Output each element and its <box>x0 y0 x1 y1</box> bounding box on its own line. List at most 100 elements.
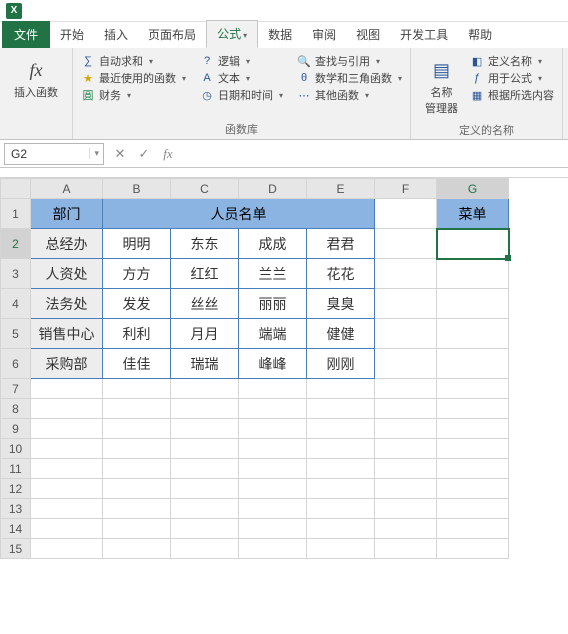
row-header[interactable]: 14 <box>1 519 31 539</box>
tab-view[interactable]: 视图 <box>346 22 390 48</box>
row-header[interactable]: 3 <box>1 259 31 289</box>
cell[interactable]: 花花 <box>307 259 375 289</box>
row-header[interactable]: 10 <box>1 439 31 459</box>
confirm-button[interactable]: ✓ <box>132 146 156 162</box>
cell[interactable]: 东东 <box>171 229 239 259</box>
row-header[interactable]: 15 <box>1 539 31 559</box>
cell[interactable]: 端端 <box>239 319 307 349</box>
cell[interactable]: 部门 <box>31 199 103 229</box>
cell[interactable]: 发发 <box>103 289 171 319</box>
financial-button[interactable]: 圓财务▾ <box>81 87 186 103</box>
select-all-corner[interactable] <box>1 179 31 199</box>
spreadsheet[interactable]: A B C D E F G 1 部门 人员名单 菜单 2 总经办 明明 东东 成… <box>0 178 509 559</box>
define-name-button[interactable]: ◧定义名称▾ <box>470 53 554 69</box>
row-header[interactable]: 2 <box>1 229 31 259</box>
cell[interactable]: 峰峰 <box>239 349 307 379</box>
datetime-button[interactable]: ◷日期和时间▾ <box>200 87 283 103</box>
cell[interactable] <box>375 259 437 289</box>
cell[interactable]: 健健 <box>307 319 375 349</box>
chevron-down-icon[interactable]: ▾ <box>89 148 103 159</box>
name-box[interactable]: G2 ▾ <box>4 143 104 165</box>
insert-function-button[interactable]: fx 插入函数 <box>8 52 64 104</box>
cell[interactable]: 总经办 <box>31 229 103 259</box>
autosum-button[interactable]: ∑自动求和▾ <box>81 53 186 69</box>
cell[interactable] <box>437 259 509 289</box>
tab-dev[interactable]: 开发工具 <box>390 22 458 48</box>
tab-help[interactable]: 帮助 <box>458 22 502 48</box>
cell[interactable] <box>437 289 509 319</box>
cell[interactable] <box>437 319 509 349</box>
cell[interactable] <box>375 199 437 229</box>
cell[interactable]: 臭臭 <box>307 289 375 319</box>
money-icon: 圓 <box>81 88 95 102</box>
tab-formula[interactable]: 公式▾ <box>206 20 258 48</box>
fx-button[interactable]: fx <box>156 146 180 162</box>
cell[interactable]: 人员名单 <box>103 199 375 229</box>
text-button[interactable]: A文本▾ <box>200 70 283 86</box>
cell[interactable]: 利利 <box>103 319 171 349</box>
cell[interactable]: 法务处 <box>31 289 103 319</box>
other-fn-button[interactable]: ⋯其他函数▾ <box>297 87 402 103</box>
cell[interactable]: 丽丽 <box>239 289 307 319</box>
cell[interactable]: 丝丝 <box>171 289 239 319</box>
tab-review[interactable]: 审阅 <box>302 22 346 48</box>
tab-data[interactable]: 数据 <box>258 22 302 48</box>
clock-icon: ◷ <box>200 88 214 102</box>
cell[interactable]: 菜单 <box>437 199 509 229</box>
active-cell[interactable] <box>437 229 509 259</box>
row-header[interactable]: 12 <box>1 479 31 499</box>
row-header[interactable]: 13 <box>1 499 31 519</box>
cell[interactable]: 方方 <box>103 259 171 289</box>
cancel-button[interactable]: ✕ <box>108 146 132 162</box>
group-fn-library: ∑自动求和▾ ★最近使用的函数▾ 圓财务▾ ?逻辑▾ A文本▾ ◷日期和时间▾ … <box>73 48 411 139</box>
name-manager-button[interactable]: ▤ 名称 管理器 <box>419 52 464 120</box>
cell[interactable] <box>375 289 437 319</box>
tab-insert[interactable]: 插入 <box>94 22 138 48</box>
cell[interactable] <box>375 349 437 379</box>
use-in-formula-button[interactable]: ƒ用于公式▾ <box>470 70 554 86</box>
row-header[interactable]: 5 <box>1 319 31 349</box>
from-selection-button[interactable]: ▦根据所选内容 <box>470 87 554 103</box>
col-header[interactable]: F <box>375 179 437 199</box>
row-header[interactable]: 8 <box>1 399 31 419</box>
cell[interactable]: 瑞瑞 <box>171 349 239 379</box>
logical-button[interactable]: ?逻辑▾ <box>200 53 283 69</box>
col-header[interactable]: D <box>239 179 307 199</box>
cell[interactable]: 月月 <box>171 319 239 349</box>
cell[interactable]: 销售中心 <box>31 319 103 349</box>
col-header[interactable]: B <box>103 179 171 199</box>
tab-file[interactable]: 文件 <box>2 21 50 48</box>
cell[interactable]: 兰兰 <box>239 259 307 289</box>
star-icon: ★ <box>81 71 95 85</box>
ribbon: fx 插入函数 ∑自动求和▾ ★最近使用的函数▾ 圓财务▾ ?逻辑▾ A文本▾ … <box>0 48 568 140</box>
tab-home[interactable]: 开始 <box>50 22 94 48</box>
cell[interactable] <box>437 349 509 379</box>
col-header[interactable]: G <box>437 179 509 199</box>
fill-handle[interactable] <box>505 255 511 261</box>
row-header[interactable]: 4 <box>1 289 31 319</box>
cell[interactable]: 红红 <box>171 259 239 289</box>
cell[interactable]: 刚刚 <box>307 349 375 379</box>
cell[interactable]: 成成 <box>239 229 307 259</box>
row-header[interactable]: 9 <box>1 419 31 439</box>
cell[interactable] <box>375 229 437 259</box>
formula-input[interactable] <box>180 143 568 165</box>
math-button[interactable]: θ数学和三角函数▾ <box>297 70 402 86</box>
cell[interactable]: 君君 <box>307 229 375 259</box>
row-header[interactable]: 7 <box>1 379 31 399</box>
col-header[interactable]: E <box>307 179 375 199</box>
cell[interactable]: 人资处 <box>31 259 103 289</box>
cell[interactable]: 佳佳 <box>103 349 171 379</box>
row-header[interactable]: 6 <box>1 349 31 379</box>
cell[interactable]: 明明 <box>103 229 171 259</box>
lookup-button[interactable]: 🔍查找与引用▾ <box>297 53 402 69</box>
row-header[interactable]: 1 <box>1 199 31 229</box>
cell[interactable] <box>375 319 437 349</box>
cell[interactable] <box>31 379 103 399</box>
col-header[interactable]: C <box>171 179 239 199</box>
row-header[interactable]: 11 <box>1 459 31 479</box>
cell[interactable]: 采购部 <box>31 349 103 379</box>
recent-fn-button[interactable]: ★最近使用的函数▾ <box>81 70 186 86</box>
col-header[interactable]: A <box>31 179 103 199</box>
tab-layout[interactable]: 页面布局 <box>138 22 206 48</box>
